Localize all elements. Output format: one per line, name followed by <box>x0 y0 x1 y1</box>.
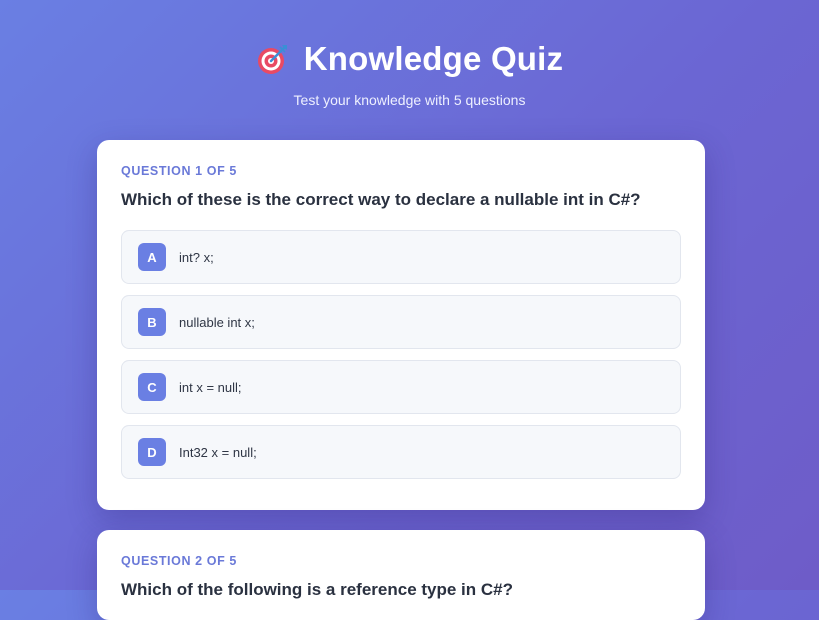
question-card: QUESTION 1 OF 5 Which of these is the co… <box>97 140 705 510</box>
answer-option-c[interactable]: C int x = null; <box>121 360 681 414</box>
option-letter-badge: B <box>138 308 166 336</box>
question-counter: QUESTION 1 OF 5 <box>121 164 237 178</box>
title-row: Knowledge Quiz <box>0 40 819 78</box>
option-letter-badge: A <box>138 243 166 271</box>
page-subtitle: Test your knowledge with 5 questions <box>293 92 526 108</box>
answer-option-b[interactable]: B nullable int x; <box>121 295 681 349</box>
answer-option-a[interactable]: A int? x; <box>121 230 681 284</box>
option-text: int x = null; <box>179 379 242 395</box>
option-text: nullable int x; <box>179 314 255 330</box>
option-text: int? x; <box>179 249 214 265</box>
option-letter-badge: C <box>138 373 166 401</box>
option-text: Int32 x = null; <box>179 444 257 460</box>
question-counter: QUESTION 2 OF 5 <box>121 554 237 568</box>
question-text: Which of these is the correct way to dec… <box>121 190 641 209</box>
question-text: Which of the following is a reference ty… <box>121 580 513 599</box>
target-dart-icon <box>256 42 290 76</box>
quiz-header: Knowledge Quiz Test your knowledge with … <box>0 40 819 108</box>
answer-options: A int? x; B nullable int x; C int x = nu… <box>121 230 681 479</box>
page-title: Knowledge Quiz <box>303 40 564 77</box>
answer-option-d[interactable]: D Int32 x = null; <box>121 425 681 479</box>
question-card: QUESTION 2 OF 5 Which of the following i… <box>97 530 705 620</box>
option-letter-badge: D <box>138 438 166 466</box>
